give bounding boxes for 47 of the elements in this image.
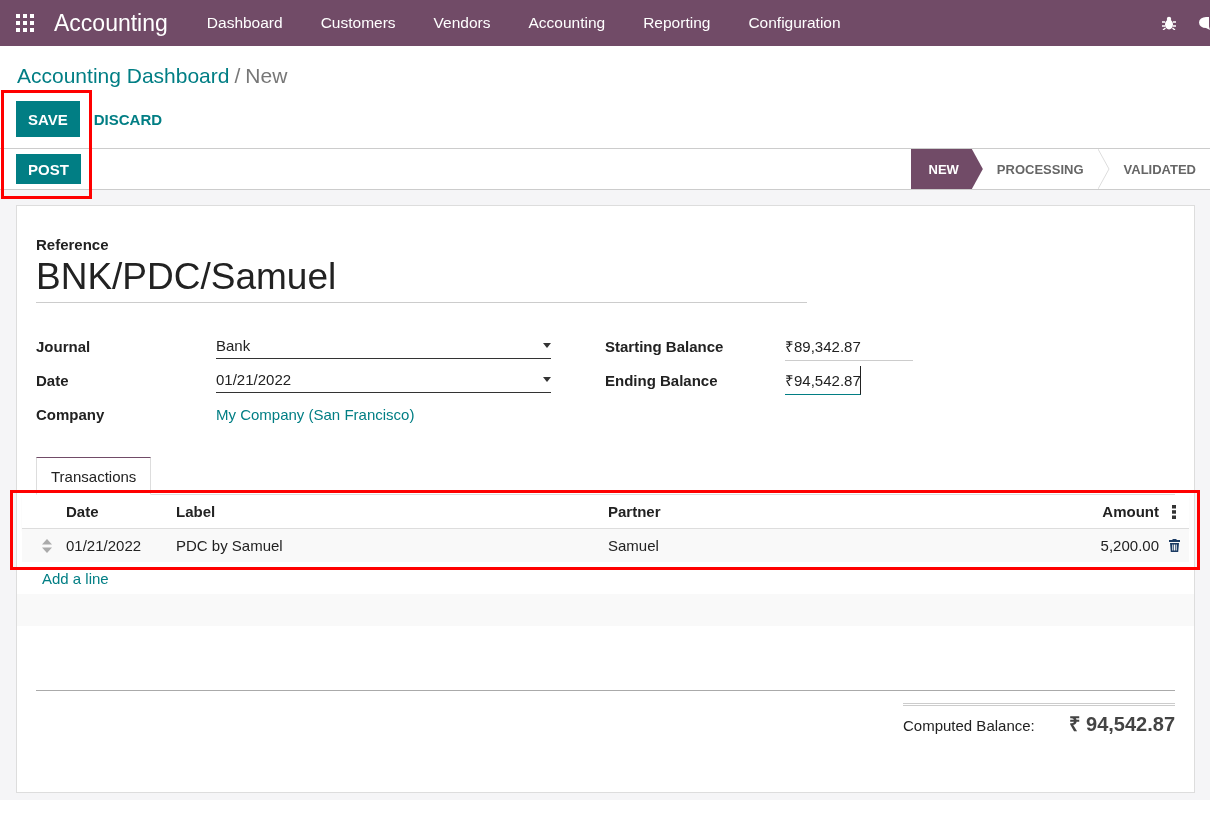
table-cell-text: PDC by Samuel: [176, 537, 284, 554]
breadcrumb-link[interactable]: Accounting Dashboard: [17, 64, 230, 87]
trash-icon[interactable]: [1168, 539, 1180, 552]
app-menu-icon[interactable]: [16, 14, 34, 32]
app-name[interactable]: Accounting: [54, 9, 168, 37]
bug-icon[interactable]: [1162, 16, 1176, 30]
menu-item[interactable]: Configuration: [729, 14, 860, 32]
company-link[interactable]: My Company (San Francisco): [216, 405, 415, 423]
total-value: ₹ 94,542.87: [1069, 712, 1175, 737]
menu-item[interactable]: Accounting: [509, 14, 625, 32]
input-field[interactable]: ₹94,542.87: [785, 365, 861, 395]
caret-icon: [543, 343, 551, 348]
field-label: Starting Balance: [605, 337, 725, 355]
total-label: Computed Balance:: [903, 717, 1035, 734]
input-field[interactable]: ₹89,342.87: [785, 331, 913, 361]
kebab-menu-icon[interactable]: [1172, 504, 1176, 519]
status-stage[interactable]: NEW: [910, 149, 983, 189]
field-label: Journal: [36, 337, 92, 355]
select-field[interactable]: 01/21/2022: [216, 367, 551, 393]
menu-item[interactable]: Dashboard: [187, 14, 302, 32]
breadcrumb-separator: /: [234, 64, 241, 87]
column-header[interactable]: Amount: [908, 503, 1159, 520]
column-header[interactable]: Date: [66, 503, 176, 520]
discard-button[interactable]: DISCARD: [93, 110, 163, 128]
column-header[interactable]: Partner: [608, 503, 908, 520]
drag-handle-icon[interactable]: [42, 538, 52, 553]
column-header[interactable]: Label: [176, 503, 608, 520]
menu-item[interactable]: Vendors: [414, 14, 510, 32]
table-cell-text: Samuel: [608, 537, 660, 554]
reference-field[interactable]: BNK/PDC/Samuel: [36, 253, 807, 303]
tab[interactable]: Transactions: [36, 457, 152, 495]
menu-item[interactable]: Customers: [301, 14, 415, 32]
stage-separator: [1097, 149, 1110, 189]
field-label: Ending Balance: [605, 371, 719, 389]
menu-item[interactable]: Reporting: [624, 14, 730, 32]
field-label: Date: [36, 371, 70, 389]
field-label: Reference: [36, 236, 110, 253]
chat-icon[interactable]: [1198, 16, 1210, 30]
breadcrumb-current: New: [245, 64, 288, 87]
post-button[interactable]: POST: [16, 154, 81, 184]
add-line-link[interactable]: Add a line: [42, 569, 109, 587]
select-field[interactable]: Bank: [216, 333, 551, 359]
caret-icon: [543, 377, 551, 382]
save-button[interactable]: SAVE: [16, 101, 80, 137]
table-cell-text: 01/21/2022: [66, 537, 143, 554]
field-label: Company: [36, 405, 106, 423]
table-cell-text: 5,200.00: [1099, 537, 1159, 554]
